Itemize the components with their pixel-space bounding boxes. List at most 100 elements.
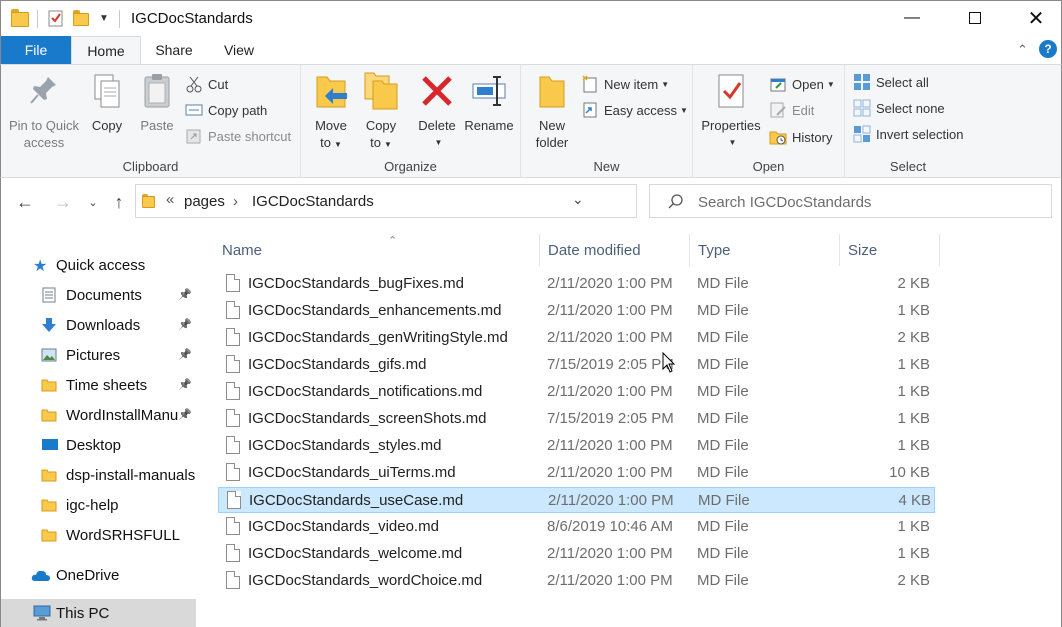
open-button[interactable]: Open ▼ (769, 73, 835, 95)
pin-icon[interactable]: 📌 (178, 378, 192, 391)
properties-quick-icon[interactable] (47, 9, 65, 27)
select-group-label: Select (889, 159, 927, 174)
pin-icon[interactable]: 📌 (178, 288, 192, 301)
file-row[interactable]: IGCDocStandards_wordChoice.md 2/11/2020 1… (218, 568, 935, 594)
file-size: 1 KB (897, 302, 930, 319)
nav-item-wordsrhsfull[interactable]: WordSRHSFULL (1, 521, 196, 549)
maximize-button[interactable] (952, 1, 998, 35)
column-header-name[interactable]: Name ⌃ (214, 234, 540, 266)
file-row[interactable]: IGCDocStandards_enhancements.md 2/11/2020… (218, 298, 935, 324)
tab-share[interactable]: Share (141, 36, 207, 64)
paste-icon (139, 71, 175, 111)
file-name: IGCDocStandards_welcome.md (248, 545, 463, 562)
pin-icon[interactable]: 📌 (178, 318, 192, 331)
easy-access-icon (581, 101, 599, 119)
column-header-size[interactable]: Size (840, 234, 940, 266)
breadcrumb-overflow[interactable]: « (166, 191, 174, 208)
folder-icon[interactable] (11, 9, 29, 27)
window-title: IGCDocStandards (131, 10, 253, 27)
pin-to-quick-access-button[interactable]: Pin to Quick access (7, 71, 81, 151)
file-row[interactable]: IGCDocStandards_uiTerms.md 2/11/2020 1:00… (218, 460, 935, 486)
pin-icon[interactable]: 📌 (178, 408, 192, 421)
up-arrow-icon[interactable]: ↑ (107, 190, 131, 214)
breadcrumb-current[interactable]: IGCDocStandards (252, 193, 374, 210)
ribbon: Pin to Quick access Copy Paste Cut Copy … (0, 64, 1062, 178)
nav-this-pc[interactable]: This PC (1, 599, 196, 627)
file-row[interactable]: IGCDocStandards_styles.md 2/11/2020 1:00 … (218, 433, 935, 459)
search-box[interactable] (649, 184, 1052, 218)
file-row[interactable]: IGCDocStandards_screenShots.md 7/15/2019 … (218, 406, 935, 432)
file-size: 1 KB (897, 518, 930, 535)
paste-shortcut-button[interactable]: Paste shortcut (185, 125, 291, 147)
file-size: 2 KB (897, 572, 930, 589)
tab-view[interactable]: View (207, 36, 271, 64)
file-date: 2/11/2020 1:00 PM (547, 545, 673, 562)
new-folder-quick-icon[interactable] (73, 10, 89, 26)
collapse-ribbon-icon[interactable]: ⌃ (1017, 36, 1028, 64)
copy-button[interactable]: Copy (85, 71, 129, 134)
properties-button[interactable]: Properties ▼ (699, 71, 763, 151)
customize-toolbar-icon[interactable]: ▼ (99, 13, 109, 24)
history-button[interactable]: History (769, 126, 832, 148)
nav-item-downloads[interactable]: Downloads 📌 (1, 311, 196, 339)
copy-to-button[interactable]: Copy to ▼ (359, 71, 403, 153)
copy-path-button[interactable]: Copy path (185, 99, 267, 121)
back-arrow-icon[interactable]: ← (13, 190, 37, 214)
column-header-type[interactable]: Type (690, 234, 840, 266)
tab-home[interactable]: Home (71, 36, 141, 65)
cut-button[interactable]: Cut (185, 73, 228, 95)
move-to-button[interactable]: Move to ▼ (309, 71, 353, 153)
address-dropdown-icon[interactable]: ⌄ (572, 191, 584, 208)
pin-icon[interactable]: 📌 (178, 348, 192, 361)
desktop-icon (41, 437, 59, 453)
edit-label: Edit (792, 102, 815, 118)
recent-locations-icon[interactable]: ⌄ (85, 190, 101, 214)
file-row[interactable]: IGCDocStandards_welcome.md 2/11/2020 1:00… (218, 541, 935, 567)
new-item-button[interactable]: New item ▼ (581, 73, 669, 95)
nav-item-pictures[interactable]: Pictures 📌 (1, 341, 196, 369)
nav-onedrive[interactable]: OneDrive (1, 561, 196, 589)
invert-selection-button[interactable]: Invert selection (853, 123, 963, 145)
search-input[interactable] (698, 191, 1038, 213)
rename-button[interactable]: Rename (463, 71, 515, 134)
nav-item-dsp-install-manuals[interactable]: dsp-install-manuals (1, 461, 196, 489)
select-all-button[interactable]: Select all (853, 71, 929, 93)
cloud-icon (31, 568, 50, 584)
new-folder-button[interactable]: New folder (529, 71, 575, 151)
file-row[interactable]: IGCDocStandards_bugFixes.md 2/11/2020 1:0… (218, 271, 935, 297)
nav-item-igc-help[interactable]: igc-help (1, 491, 196, 519)
file-type: MD File (697, 545, 749, 562)
nav-item-documents[interactable]: Documents 📌 (1, 281, 196, 309)
pin-icon (26, 71, 62, 111)
breadcrumb-separator[interactable]: › (233, 193, 238, 210)
nav-item-time-sheets[interactable]: Time sheets 📌 (1, 371, 196, 399)
organize-group: Move to ▼ Copy to ▼ Delete ▼ Rename Organi… (301, 65, 521, 178)
file-row[interactable]: IGCDocStandards_gifs.md 7/15/2019 2:05 PM… (218, 352, 935, 378)
file-row[interactable]: IGCDocStandards_useCase.md 2/11/2020 1:00… (218, 487, 935, 513)
forward-arrow-icon[interactable]: → (51, 190, 75, 214)
breadcrumb-pages[interactable]: pages (184, 193, 225, 210)
title-bar: ▼ IGCDocStandards — ✕ (0, 0, 1062, 36)
minimize-button[interactable]: — (889, 1, 935, 35)
easy-access-button[interactable]: Easy access ▼ (581, 99, 688, 121)
paste-button[interactable]: Paste (135, 71, 179, 134)
folder-icon (142, 194, 155, 208)
file-row[interactable]: IGCDocStandards_video.md 8/6/2019 10:46 A… (218, 514, 935, 540)
edit-button[interactable]: Edit (769, 99, 814, 121)
close-button[interactable]: ✕ (1013, 1, 1059, 35)
tab-file[interactable]: File (1, 36, 71, 64)
help-icon[interactable]: ? (1039, 40, 1057, 58)
address-bar[interactable]: « pages › IGCDocStandards ⌄ ↻ (135, 184, 760, 218)
nav-item-wordinstallmanu[interactable]: WordInstallManu 📌 (1, 401, 196, 429)
select-none-button[interactable]: Select none (853, 97, 945, 119)
rename-label: Rename (464, 118, 514, 133)
nav-quick-access[interactable]: ★ Quick access (1, 251, 196, 279)
file-row[interactable]: IGCDocStandards_genWritingStyle.md 2/11/2… (218, 325, 935, 351)
delete-button[interactable]: Delete ▼ (415, 71, 459, 151)
file-size: 1 KB (897, 383, 930, 400)
nav-item-desktop[interactable]: Desktop (1, 431, 196, 459)
column-header-date[interactable]: Date modified (540, 234, 690, 266)
folder-icon (41, 407, 59, 423)
file-row[interactable]: IGCDocStandards_notifications.md 2/11/202… (218, 379, 935, 405)
new-folder-label-2: folder (535, 135, 569, 150)
